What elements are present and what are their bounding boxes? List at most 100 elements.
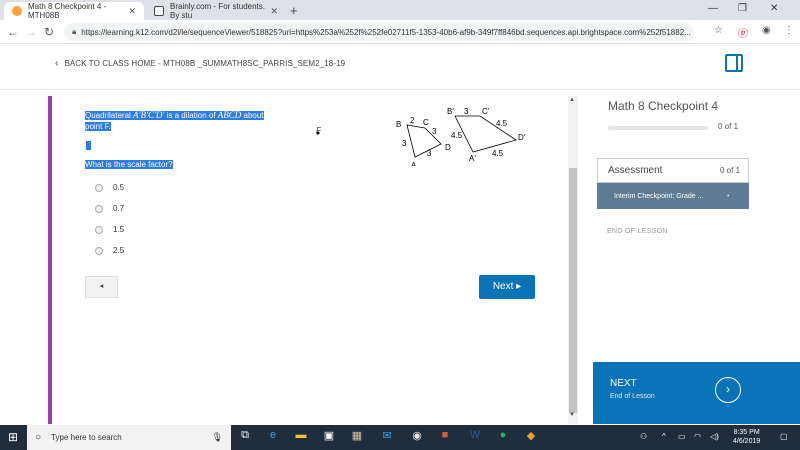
star-icon[interactable]: ☆ — [714, 25, 723, 36]
pinterest-icon[interactable]: ⓟ — [738, 25, 748, 40]
windows-start-icon[interactable]: ⊞ — [8, 430, 18, 444]
radio-button[interactable] — [95, 225, 103, 234]
url-text: https://learning.k12.com/d2l/le/sequence… — [81, 27, 691, 37]
assessment-count: 0 of 1 — [720, 166, 741, 175]
microphone-icon[interactable]: 🎙︎ — [212, 432, 223, 443]
minimize-icon[interactable]: — — [708, 3, 718, 14]
side-da-prime-label: 4.5 — [492, 149, 504, 158]
question-prompt: What is the scale factor? — [85, 160, 173, 169]
side-bc-prime-label: 3 — [464, 107, 469, 116]
browser-tab-strip: Math 8 Checkpoint 4 - MTH08B ✕ Brainly.c… — [0, 0, 800, 20]
selection-caret — [86, 141, 91, 150]
app-icon[interactable]: ◆ — [522, 429, 540, 442]
next-panel-title: NEXT — [610, 378, 637, 389]
back-arrow-icon[interactable]: ← — [4, 25, 22, 39]
question-line2: point F. — [85, 122, 111, 131]
tab-title: Brainly.com - For students. By stu — [170, 2, 265, 20]
file-explorer-icon[interactable]: ▬ — [292, 429, 310, 441]
taskbar-search-box[interactable]: ○ Type here to search 🎙︎ — [27, 425, 231, 450]
scroll-up-icon[interactable]: ▲ — [569, 97, 575, 103]
question-line1-pre: Quadrilateral — [85, 111, 134, 120]
scrollbar-thumb[interactable] — [569, 168, 577, 413]
option-label: 0.5 — [113, 183, 125, 192]
lesson-progress-bar — [608, 126, 708, 130]
previous-button[interactable]: ◂ — [85, 276, 118, 298]
scroll-down-icon[interactable]: ▼ — [569, 412, 575, 418]
search-icon: ○ — [35, 432, 42, 443]
vertex-b: B — [396, 120, 401, 129]
math-a-prime: A′B′C′D′ — [133, 110, 165, 120]
battery-icon[interactable]: ▭ — [678, 432, 686, 441]
radio-button[interactable] — [95, 183, 103, 192]
lock-icon: 🔒︎ — [72, 27, 77, 36]
show-hidden-icons-icon[interactable]: ^ — [662, 432, 666, 441]
assessment-label: Assessment — [608, 165, 663, 176]
toggle-panel-icon[interactable] — [725, 54, 743, 72]
option-0-5[interactable]: 0.5 — [95, 183, 124, 192]
side-bc-label: 2 — [410, 116, 415, 125]
side-ab-label: 3 — [402, 139, 407, 148]
vertex-c-prime: C' — [482, 107, 490, 116]
activity-status-icon: • — [727, 193, 730, 200]
question-line1-post: about — [241, 111, 264, 120]
activity-label: Interim Checkpoint: Grade ... — [614, 193, 704, 200]
chrome-icon[interactable]: ◉ — [408, 429, 426, 442]
back-to-class-link[interactable]: ‹ BACK TO CLASS HOME - MTH08B _SUMMATH8SC… — [55, 58, 345, 69]
brainly-favicon-icon — [154, 6, 164, 16]
taskbar-clock[interactable]: 8:35 PM 4/6/2019 — [733, 428, 760, 446]
question-line1-mid: is a dilation of — [164, 111, 218, 120]
vertex-b-prime: B' — [447, 107, 454, 116]
close-tab-icon[interactable]: ✕ — [270, 6, 278, 17]
side-cd-prime-label: 4.5 — [496, 119, 508, 128]
mail-icon[interactable]: ✉ — [378, 429, 396, 442]
side-ab-prime-label: 4.5 — [451, 131, 463, 140]
radio-button[interactable] — [95, 204, 103, 213]
volume-icon[interactable]: ◁) — [710, 432, 719, 441]
browser-toolbar: ← → ↻ 🔒︎ https://learning.k12.com/d2l/le… — [0, 20, 800, 44]
photos-icon[interactable]: ▦ — [348, 429, 366, 442]
sidebar-title: Math 8 Checkpoint 4 — [608, 99, 719, 113]
address-bar[interactable]: 🔒︎ https://learning.k12.com/d2l/le/seque… — [64, 23, 694, 41]
vertex-a-prime: A' — [469, 154, 476, 163]
menu-icon[interactable]: ⋮ — [784, 25, 794, 36]
forward-arrow-icon[interactable]: → — [22, 25, 40, 39]
tab-brainly[interactable]: Brainly.com - For students. By stu ✕ — [146, 2, 286, 20]
chevron-left-icon: ‹ — [55, 58, 59, 69]
option-0-7[interactable]: 0.7 — [95, 204, 124, 213]
side-cd-label: 3 — [432, 127, 437, 136]
spotify-icon[interactable]: ● — [494, 429, 512, 441]
wifi-icon[interactable]: ◠ — [694, 432, 701, 441]
vertex-a: A — [411, 161, 417, 166]
store-icon[interactable]: ▣ — [320, 429, 338, 442]
end-of-lesson-label: END OF LESSON — [607, 228, 668, 235]
option-label: 2.5 — [113, 246, 125, 255]
profile-icon[interactable]: ◉ — [762, 25, 771, 36]
progress-count: 0 of 1 — [718, 122, 739, 131]
radio-button[interactable] — [95, 246, 103, 255]
tab-title: Math 8 Checkpoint 4 - MTH08B — [28, 2, 107, 20]
option-2-5[interactable]: 2.5 — [95, 246, 124, 255]
chevron-right-icon[interactable]: › — [715, 377, 741, 403]
word-icon[interactable]: W — [466, 429, 484, 441]
task-view-icon[interactable]: ⧉ — [236, 429, 254, 442]
notifications-icon[interactable]: ▢ — [780, 432, 788, 441]
option-1-5[interactable]: 1.5 — [95, 225, 124, 234]
lesson-accent-bar — [48, 96, 52, 424]
new-tab-button[interactable]: + — [290, 3, 298, 18]
point-f-dot — [316, 131, 320, 135]
search-placeholder: Type here to search — [51, 433, 122, 442]
dilation-figure: B C D A 2 3 3 3 B' C' D' A' 3 4.5 4.5 4.… — [316, 107, 526, 166]
maximize-icon[interactable]: ❐ — [738, 3, 747, 14]
tab-math-checkpoint[interactable]: Math 8 Checkpoint 4 - MTH08B ✕ — [4, 2, 144, 20]
office-icon[interactable]: ■ — [436, 429, 454, 441]
reload-icon[interactable]: ↻ — [40, 25, 58, 39]
edge-icon[interactable]: e — [264, 429, 282, 441]
back-link-label: BACK TO CLASS HOME - MTH08B _SUMMATH8SC_… — [64, 59, 346, 68]
close-tab-icon[interactable]: ✕ — [128, 6, 136, 17]
close-window-icon[interactable]: ✕ — [770, 3, 778, 14]
next-button[interactable]: Next ▸ — [479, 275, 535, 299]
people-icon[interactable]: ⚇ — [640, 432, 647, 441]
clock-date: 4/6/2019 — [733, 438, 761, 445]
question-text: Quadrilateral A′B′C′D′ is a dilation of … — [85, 110, 264, 132]
math-abcd: ABCD — [217, 110, 242, 120]
